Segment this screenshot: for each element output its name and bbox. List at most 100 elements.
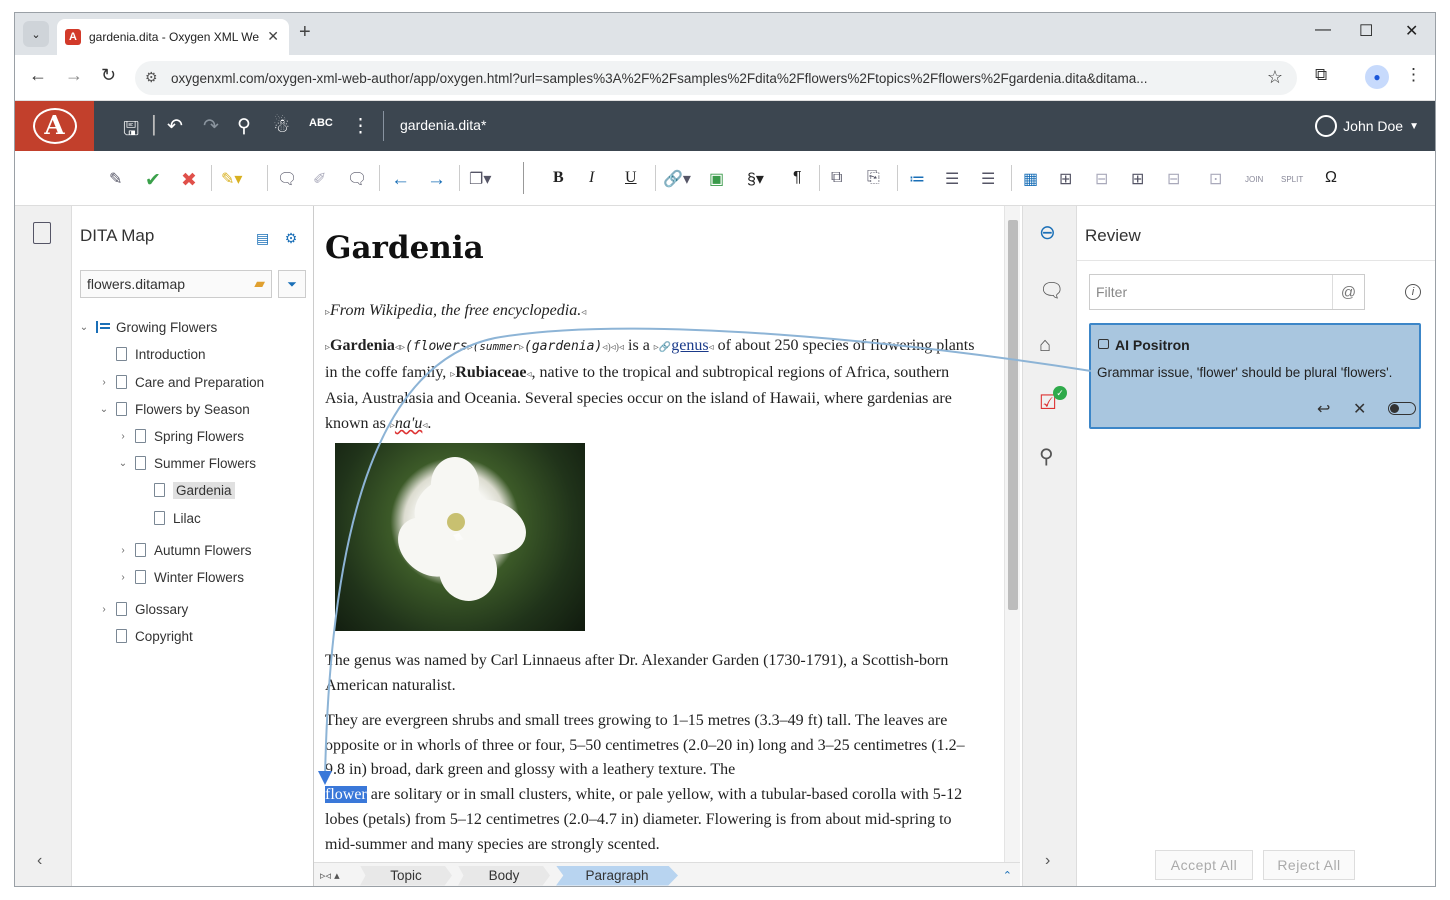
delete-column-icon[interactable]: ⊟ bbox=[1167, 169, 1180, 189]
tags-toggle-icon[interactable]: ▹◃ ▴ bbox=[314, 869, 360, 882]
chevron-right-icon[interactable]: › bbox=[98, 377, 110, 388]
genus-link[interactable]: genus bbox=[671, 337, 708, 354]
insert-row-icon[interactable]: ⊞ bbox=[1059, 169, 1072, 189]
browser-menu-icon[interactable]: ⋮ bbox=[1405, 65, 1422, 85]
info-icon[interactable]: i bbox=[1405, 284, 1421, 300]
ordered-list-icon[interactable]: ☰ bbox=[945, 169, 959, 189]
map-filter-icon[interactable]: ⏷ bbox=[278, 270, 306, 298]
scrollbar-thumb[interactable] bbox=[1008, 220, 1018, 610]
oxygen-logo[interactable]: A bbox=[15, 101, 94, 151]
redo-icon[interactable]: ↷ bbox=[203, 115, 219, 138]
reply-icon[interactable]: ↩ bbox=[1317, 399, 1330, 419]
chevron-right-icon[interactable]: › bbox=[117, 572, 129, 583]
next-change-icon[interactable]: → bbox=[427, 169, 446, 191]
forward-icon[interactable]: → bbox=[65, 65, 83, 86]
resolve-toggle[interactable] bbox=[1388, 402, 1416, 415]
mention-icon[interactable]: @ bbox=[1332, 275, 1364, 309]
close-tab-icon[interactable]: ✕ bbox=[267, 28, 279, 45]
edit-comment-icon[interactable]: ✐ bbox=[313, 169, 326, 189]
underline-icon[interactable]: U bbox=[625, 169, 637, 187]
remove-comment-icon[interactable]: 🗨 bbox=[347, 169, 367, 189]
source-paragraph[interactable]: ▹From Wikipedia, the free encyclopedia.◃ bbox=[325, 299, 975, 326]
crumb-body[interactable]: Body bbox=[458, 865, 550, 886]
back-icon[interactable]: ← bbox=[29, 65, 47, 86]
tab-search-button[interactable]: ⌄ bbox=[23, 21, 49, 47]
crumb-topic[interactable]: Topic bbox=[360, 865, 452, 886]
tree-node-lilac[interactable]: Lilac bbox=[136, 507, 201, 529]
insert-table-icon[interactable]: ▦ bbox=[1023, 169, 1038, 189]
insert-column-icon[interactable]: ⊞ bbox=[1131, 169, 1144, 189]
chevron-right-icon[interactable]: › bbox=[117, 545, 129, 556]
review-comment-card[interactable]: AI Positron Grammar issue, 'flower' shou… bbox=[1089, 323, 1421, 429]
add-comment-icon[interactable]: 🗨 bbox=[277, 169, 297, 189]
open-map-icon[interactable]: ▤ bbox=[256, 230, 269, 246]
accept-all-button[interactable]: Accept All bbox=[1155, 850, 1253, 880]
tree-node-summer-flowers[interactable]: ⌄ Summer Flowers bbox=[117, 452, 256, 474]
map-file-selector[interactable]: flowers.ditamap ▰ bbox=[80, 270, 272, 298]
chevron-right-icon[interactable]: › bbox=[98, 604, 110, 615]
extensions-icon[interactable]: ⧉ bbox=[1315, 65, 1327, 85]
gardenia-image[interactable] bbox=[335, 443, 585, 631]
map-settings-gear-icon[interactable]: ⚙ bbox=[285, 230, 298, 246]
table-properties-icon[interactable]: ⊡ bbox=[1209, 169, 1222, 189]
site-info-icon[interactable]: ⚙ bbox=[145, 69, 158, 86]
reject-change-icon[interactable]: ✖ bbox=[181, 169, 197, 192]
address-bar[interactable]: ⚙ oxygenxml.com/oxygen-xml-web-author/ap… bbox=[135, 61, 1297, 95]
insert-step-icon[interactable]: ≔ bbox=[909, 169, 925, 189]
editor-scrollbar[interactable] bbox=[1004, 206, 1020, 862]
history-paragraph[interactable]: The genus was named by Carl Linnaeus aft… bbox=[325, 649, 975, 698]
more-actions-icon[interactable]: ⋮ bbox=[351, 115, 370, 138]
reject-all-button[interactable]: Reject All bbox=[1263, 850, 1355, 880]
tree-node-copyright[interactable]: Copyright bbox=[98, 625, 193, 647]
tree-node-flowers-by-season[interactable]: ⌄ Flowers by Season bbox=[98, 398, 250, 420]
insert-image-icon[interactable]: ▣ bbox=[709, 169, 724, 189]
reload-icon[interactable]: ↻ bbox=[101, 65, 116, 86]
tree-node-spring-flowers[interactable]: › Spring Flowers bbox=[117, 425, 244, 447]
join-cells-icon[interactable]: JOIN bbox=[1245, 175, 1263, 184]
bookmark-star-icon[interactable]: ☆ bbox=[1267, 67, 1283, 88]
highlight-icon[interactable]: ✎▾ bbox=[221, 169, 242, 189]
unordered-list-icon[interactable]: ☰ bbox=[981, 169, 995, 189]
profile-avatar-icon[interactable]: ● bbox=[1365, 65, 1389, 89]
italic-icon[interactable]: I bbox=[589, 169, 594, 187]
special-characters-icon[interactable]: Ω bbox=[1325, 169, 1337, 187]
link-icon[interactable]: 🔗▾ bbox=[663, 169, 691, 189]
comments-icon[interactable]: 🗨 bbox=[1039, 278, 1064, 303]
paste-icon[interactable]: ❐▾ bbox=[469, 169, 491, 189]
tree-node-introduction[interactable]: Introduction bbox=[98, 343, 206, 365]
spellcheck-icon[interactable]: ABC bbox=[309, 117, 333, 129]
accept-change-icon[interactable]: ✔ bbox=[145, 169, 161, 192]
track-changes-icon[interactable]: ✎ bbox=[109, 169, 122, 189]
previous-change-icon[interactable]: ← bbox=[391, 169, 410, 191]
tree-node-gardenia[interactable]: Gardenia bbox=[136, 479, 235, 501]
chevron-down-icon[interactable]: ⌄ bbox=[98, 404, 110, 415]
expand-breadcrumb-icon[interactable]: ⌃ bbox=[1003, 869, 1012, 882]
attributes-tag-icon[interactable]: ⌂ bbox=[1039, 334, 1051, 357]
split-cells-icon[interactable]: SPLIT bbox=[1281, 175, 1303, 184]
collaborators-icon[interactable]: ☃ bbox=[273, 115, 290, 138]
tree-node-winter-flowers[interactable]: › Winter Flowers bbox=[117, 566, 244, 588]
folder-icon[interactable]: ▰ bbox=[254, 275, 265, 292]
chevron-right-icon[interactable]: › bbox=[117, 431, 129, 442]
review-filter-input[interactable]: Filter @ bbox=[1089, 274, 1365, 310]
chevron-down-icon[interactable]: ⌄ bbox=[78, 322, 90, 333]
new-tab-button[interactable]: + bbox=[299, 21, 311, 44]
description-paragraph[interactable]: They are evergreen shrubs and small tree… bbox=[325, 709, 975, 857]
section-icon[interactable]: §▾ bbox=[747, 169, 764, 189]
find-icon[interactable]: ⚲ bbox=[237, 115, 251, 138]
collapse-left-icon[interactable]: ‹ bbox=[37, 852, 42, 870]
document-editor[interactable]: Gardenia ▹From Wikipedia, the free encyc… bbox=[314, 206, 1004, 862]
dita-map-view-icon[interactable] bbox=[33, 222, 51, 244]
user-menu[interactable]: John Doe ▼ bbox=[1315, 115, 1419, 137]
expand-right-icon[interactable]: › bbox=[1045, 852, 1050, 870]
intro-paragraph[interactable]: ▹Gardenia◃▹(flowers▹(summer▹(gardenia)◃)… bbox=[325, 334, 975, 439]
delete-row-icon[interactable]: ⊟ bbox=[1095, 169, 1108, 189]
tree-node-autumn-flowers[interactable]: › Autumn Flowers bbox=[117, 539, 251, 561]
conref-icon[interactable]: ⎘ bbox=[867, 169, 880, 187]
save-icon[interactable]: 🖫 bbox=[123, 115, 139, 147]
insert-element-icon[interactable]: ⧉ bbox=[831, 169, 842, 187]
tree-node-care-and-preparation[interactable]: › Care and Preparation bbox=[98, 371, 264, 393]
chevron-down-icon[interactable]: ⌄ bbox=[117, 458, 129, 469]
bold-icon[interactable]: B bbox=[553, 169, 564, 187]
selected-word-flower[interactable]: flower bbox=[325, 786, 367, 804]
